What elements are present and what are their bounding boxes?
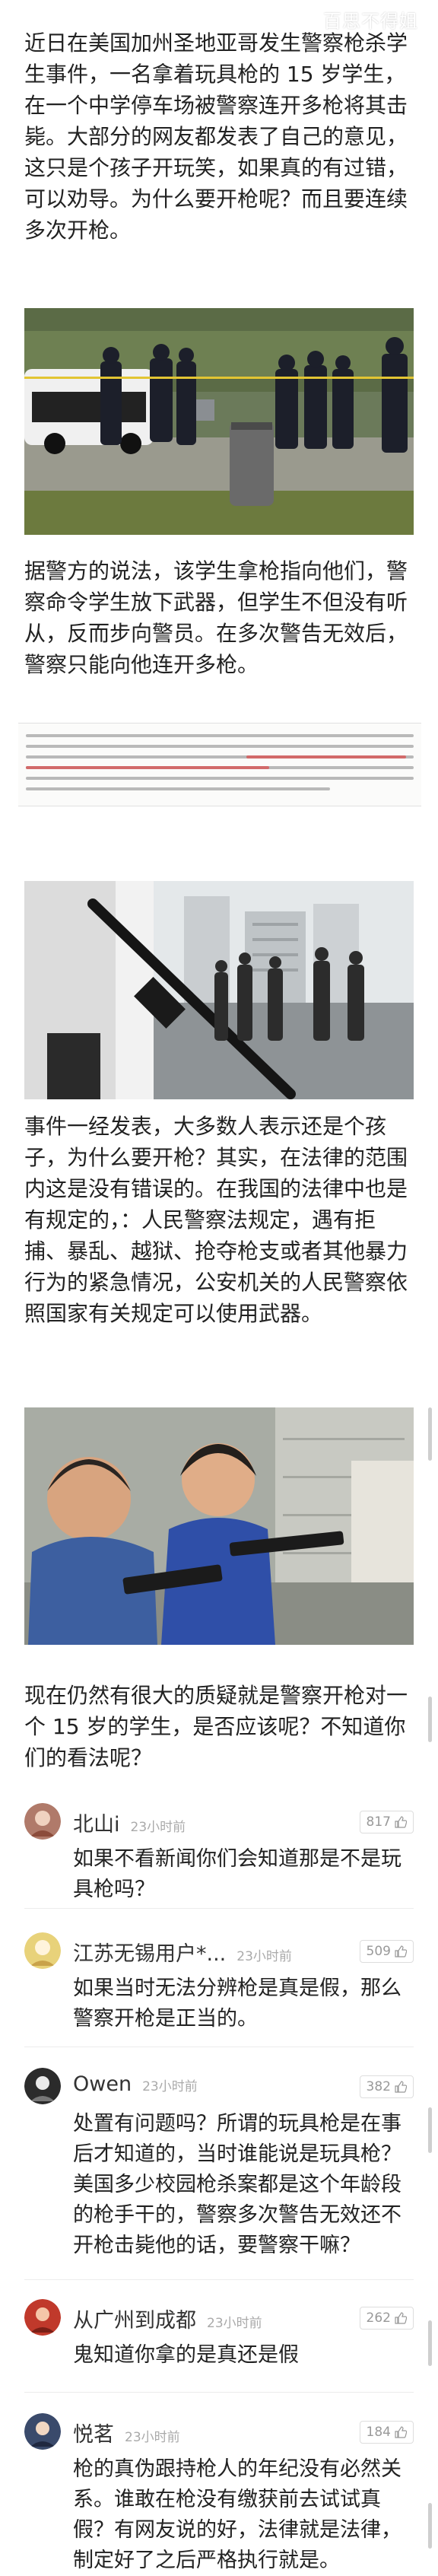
thumbs-up-icon xyxy=(395,2312,407,2324)
article-paragraph-1: 近日在美国加州圣地亚哥发生警察枪杀学生事件，一名拿着玩具枪的 15 岁学生，在一… xyxy=(24,30,408,243)
news-photo-child-with-rifle xyxy=(24,881,414,1099)
like-button[interactable]: 817 xyxy=(359,1811,414,1833)
scrollbar[interactable] xyxy=(428,1407,432,2549)
news-photo-police-scene xyxy=(24,308,414,535)
comment-item: 悦茗 23小时前 184 枪的真伪跟持枪人的年纪没有必然关系。谁敢在枪没有缴获前去… xyxy=(24,2413,420,2572)
avatar[interactable] xyxy=(24,1932,61,1969)
article-paragraph-4: 现在仍然有很大的质疑就是警察开枪对一个 15 岁的学生，是否应该呢？不知道你们的… xyxy=(24,1683,408,1770)
comment-item: 江苏无锡用户*... 23小时前 509 如果当时无法分辨枪是真是假，那么警察开枪… xyxy=(24,1932,420,2031)
thumbs-up-icon xyxy=(395,2426,407,2438)
comment-author[interactable]: Owen 23小时前 xyxy=(73,2072,198,2096)
avatar[interactable] xyxy=(24,1803,61,1840)
like-button[interactable]: 262 xyxy=(359,2307,414,2330)
article-paragraph-2: 据警方的说法，该学生拿枪指向他们，警察命令学生放下武器，但学生不但没有听从，反而… xyxy=(24,558,408,677)
comment-text: 如果不看新闻你们会知道那是不是玩具枪吗？ xyxy=(73,1847,402,1901)
thumbs-up-icon xyxy=(395,2081,407,2093)
like-button[interactable]: 509 xyxy=(359,1940,414,1963)
comment-time: 23小时前 xyxy=(125,2430,180,2445)
comment-text: 处置有问题吗？所谓的玩具枪是在事后才知道的，当时谁能说是玩具枪？美国多少校园枪杀… xyxy=(73,2112,402,2257)
comment-time: 23小时前 xyxy=(236,1949,292,1964)
news-photo-boys-with-toy-guns xyxy=(24,1407,414,1645)
comment-author[interactable]: 从广州到成都 23小时前 xyxy=(73,2304,262,2333)
avatar[interactable] xyxy=(24,2299,61,2336)
comment-time: 23小时前 xyxy=(130,1820,186,1835)
comment-author[interactable]: 北山i 23小时前 xyxy=(73,1808,186,1837)
avatar[interactable] xyxy=(24,2068,61,2104)
article-paragraph-3: 事件一经发表，大多数人表示还是个孩子，为什么要开枪？其实，在法律的范围内这是没有… xyxy=(24,1114,408,1326)
thumbs-up-icon xyxy=(395,1945,407,1957)
comment-item: 北山i 23小时前 817 如果不看新闻你们会知道那是不是玩具枪吗？ xyxy=(24,1803,420,1901)
comment-time: 23小时前 xyxy=(207,2316,262,2331)
like-button[interactable]: 382 xyxy=(359,2075,414,2098)
like-button[interactable]: 184 xyxy=(359,2421,414,2444)
comment-item: Owen 23小时前 382 处置有问题吗？所谓的玩具枪是在事后才知道的，当时谁能… xyxy=(24,2068,420,2266)
comment-author[interactable]: 江苏无锡用户*... 23小时前 xyxy=(73,1937,292,1967)
comment-text: 枪的真伪跟持枪人的年纪没有必然关系。谁敢在枪没有缴获前去试试真假？有网友说的好，… xyxy=(73,2457,402,2572)
avatar[interactable] xyxy=(24,2413,61,2450)
comment-text: 鬼知道你拿的是真还是假 xyxy=(73,2343,299,2367)
document-excerpt-image xyxy=(18,723,421,806)
comment-text: 如果当时无法分辨枪是真是假，那么警察开枪是正当的。 xyxy=(73,1977,402,2031)
comment-time: 23小时前 xyxy=(142,2079,198,2094)
thumbs-up-icon xyxy=(395,1816,407,1828)
comment-author[interactable]: 悦茗 23小时前 xyxy=(73,2418,180,2447)
comment-item: 从广州到成都 23小时前 262 鬼知道你拿的是真还是假 xyxy=(24,2299,420,2375)
